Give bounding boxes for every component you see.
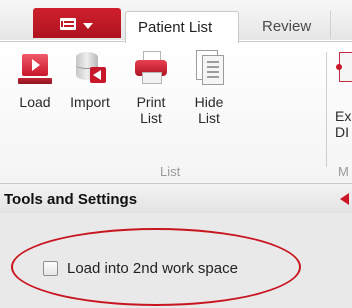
- group-label-partial: M: [338, 164, 349, 179]
- group-separator: [326, 52, 327, 167]
- print-list-label: Print List: [136, 94, 166, 126]
- checkbox-label[interactable]: Load into 2nd work space: [67, 260, 238, 277]
- print-icon: [134, 50, 168, 86]
- load-label: Load: [19, 94, 51, 110]
- print-list-button[interactable]: Print List: [128, 50, 174, 126]
- app-menu-icon: [60, 18, 76, 30]
- load-second-workspace-checkbox[interactable]: [43, 261, 58, 276]
- ribbon-body: Load Import Print List Hide List Ex DI L…: [0, 41, 352, 183]
- app-menu-button[interactable]: [33, 8, 121, 38]
- import-icon: [73, 50, 107, 86]
- tab-divider: [330, 11, 331, 39]
- import-label: Import: [70, 94, 110, 110]
- hide-list-button[interactable]: Hide List: [186, 50, 232, 126]
- collapse-arrow-icon[interactable]: [340, 193, 349, 205]
- hide-list-icon: [192, 50, 226, 86]
- group-label-list: List: [160, 164, 181, 179]
- tools-settings-header[interactable]: Tools and Settings: [0, 183, 352, 214]
- tab-review[interactable]: Review: [262, 18, 311, 35]
- import-button[interactable]: Import: [62, 50, 118, 110]
- export-label[interactable]: Ex DI: [335, 108, 351, 140]
- load-icon: [18, 50, 52, 86]
- tab-label: Patient List: [138, 19, 213, 36]
- export-icon[interactable]: [336, 50, 352, 84]
- load-button[interactable]: Load: [10, 50, 60, 110]
- panel-title: Tools and Settings: [4, 191, 138, 208]
- chevron-down-icon: [83, 23, 93, 29]
- tab-patient-list[interactable]: Patient List: [125, 11, 239, 43]
- ribbon-tab-row: Patient List Review: [0, 0, 352, 43]
- hide-list-label: Hide List: [194, 94, 224, 126]
